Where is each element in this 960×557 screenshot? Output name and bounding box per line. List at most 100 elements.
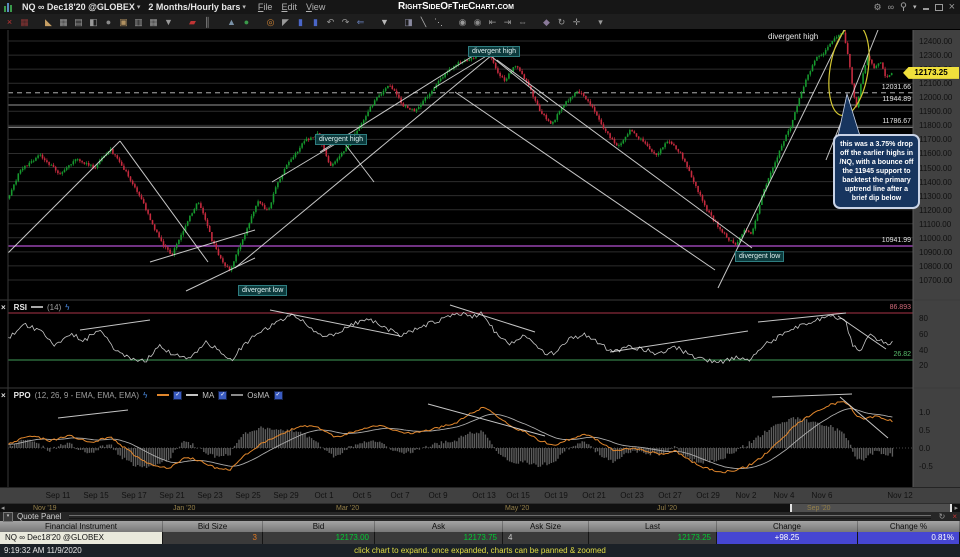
cursor-icon[interactable]: ◤ bbox=[278, 15, 293, 29]
title-bar: NQ ∞ Dec18'20 @GLOBEX ▾ 2 Months/Hourly … bbox=[0, 0, 960, 14]
quote-col-ask-size[interactable]: Ask Size bbox=[503, 521, 589, 532]
close-chart-icon[interactable]: × bbox=[2, 15, 17, 29]
ppo-legend: ✓ MA ✓ OsMA ✓ bbox=[157, 390, 283, 400]
quote-panel: ▾ Quote Panel ↻ × Financial Instrument Bi… bbox=[0, 511, 960, 544]
timeframe-caret-icon: ▾ bbox=[242, 4, 246, 11]
rotate-icon[interactable]: ↻ bbox=[554, 15, 569, 29]
timeframe-selector[interactable]: 2 Months/Hourly bars ▾ bbox=[148, 2, 246, 12]
more-caret-icon[interactable]: ▾ bbox=[593, 15, 608, 29]
symbol-selector[interactable]: NQ ∞ Dec18'20 @GLOBEX ▾ bbox=[22, 2, 140, 12]
ppo-legend-label: MA bbox=[202, 390, 215, 400]
app-icon bbox=[4, 2, 14, 12]
undo-icon[interactable]: ↶ bbox=[323, 15, 338, 29]
close-window-button[interactable]: × bbox=[949, 2, 955, 13]
quote-col-change-[interactable]: Change % bbox=[858, 521, 960, 532]
rsi-close-button[interactable]: × bbox=[1, 303, 6, 312]
status-hint: click chart to expand. once expanded, ch… bbox=[354, 546, 606, 555]
quote-col-last[interactable]: Last bbox=[589, 521, 717, 532]
expand-horizontal-icon[interactable]: ⇔ bbox=[515, 15, 530, 29]
chart-canvas[interactable] bbox=[0, 29, 960, 503]
quote-panel-rule bbox=[69, 514, 931, 519]
shapes-icon[interactable]: ◆ bbox=[539, 15, 554, 29]
extend-left-icon[interactable]: ⇤ bbox=[485, 15, 500, 29]
quote-cell-change-[interactable]: 0.81% bbox=[858, 532, 960, 544]
gear-icon[interactable]: ⚙ bbox=[874, 2, 882, 12]
menu-edit[interactable]: Edit bbox=[281, 2, 297, 12]
mountain-chart-icon[interactable]: ▲ bbox=[224, 15, 239, 29]
ppo-header: × PPO (12, 26, 9 - EMA, EMA, EMA) ϟ ✓ MA ✓… bbox=[1, 390, 283, 400]
pin-icon[interactable] bbox=[900, 1, 907, 13]
globe-icon[interactable]: ● bbox=[239, 15, 254, 29]
quote-col-bid[interactable]: Bid bbox=[263, 521, 375, 532]
quote-panel-header: ▾ Quote Panel ↻ × bbox=[0, 511, 960, 522]
quote-col-financial-instrument[interactable]: Financial Instrument bbox=[0, 521, 163, 532]
grid-icon[interactable]: ▦ bbox=[56, 15, 71, 29]
filter-icon[interactable]: ▼ bbox=[377, 15, 392, 29]
quote-panel-collapse-button[interactable]: ▾ bbox=[3, 511, 13, 522]
panel-blue2-icon[interactable]: ▮ bbox=[308, 15, 323, 29]
layouts-caret-icon[interactable]: ▼ bbox=[161, 15, 176, 29]
divergent-high-label[interactable]: divergent high bbox=[765, 31, 821, 42]
quote-close-icon[interactable]: × bbox=[952, 512, 957, 521]
panel-blue-icon[interactable]: ▮ bbox=[293, 15, 308, 29]
image-icon[interactable]: ◧ bbox=[86, 15, 101, 29]
quote-cell-last[interactable]: 12173.25 bbox=[589, 532, 717, 544]
pin-caret-icon[interactable]: ▾ bbox=[913, 3, 917, 11]
ppo-legend-swatch bbox=[157, 394, 170, 396]
quote-panel-title: Quote Panel bbox=[17, 512, 62, 521]
ppo-settings-icon[interactable]: ϟ bbox=[143, 391, 147, 400]
zoom-out-icon[interactable]: ◉ bbox=[470, 15, 485, 29]
extend-right-icon[interactable]: ⇥ bbox=[500, 15, 515, 29]
quote-row[interactable]: NQ ∞ Dec18'20 @GLOBEX 3 12173.00 12173.75 4 1… bbox=[0, 532, 960, 544]
divergent-high-label[interactable]: divergent high bbox=[315, 134, 367, 145]
window-controls: ⚙ ∞ ▾ × bbox=[874, 0, 955, 14]
slant-chart-icon[interactable]: ◨ bbox=[401, 15, 416, 29]
ppo-legend-checkbox[interactable]: ✓ bbox=[273, 390, 283, 400]
menu-view[interactable]: View bbox=[306, 2, 325, 12]
divergent-low-label[interactable]: divergent low bbox=[735, 251, 785, 262]
quote-col-ask[interactable]: Ask bbox=[375, 521, 503, 532]
pointer-tool-icon[interactable]: ◣ bbox=[41, 15, 56, 29]
divergent-low-label[interactable]: divergent low bbox=[238, 285, 288, 296]
symbol-label: NQ ∞ Dec18'20 @GLOBEX bbox=[22, 2, 135, 12]
zoom-in-icon[interactable]: ◉ bbox=[455, 15, 470, 29]
sphere-icon[interactable]: ● bbox=[101, 15, 116, 29]
minimize-button[interactable] bbox=[922, 7, 929, 10]
link-icon[interactable]: ∞ bbox=[888, 2, 894, 12]
menu-file[interactable]: File bbox=[258, 2, 273, 12]
trendline-icon[interactable]: ╲ bbox=[416, 15, 431, 29]
quote-cell-change[interactable]: +98.25 bbox=[717, 532, 858, 544]
multi-trendline-icon[interactable]: ⋱ bbox=[431, 15, 446, 29]
symbol-caret-icon: ▾ bbox=[136, 4, 141, 11]
rsi-settings-icon[interactable]: ϟ bbox=[65, 303, 69, 312]
edit-pencil-icon[interactable]: ▰ bbox=[185, 15, 200, 29]
quote-cell-bid-size[interactable]: 3 bbox=[163, 532, 263, 544]
quote-cell-bid[interactable]: 12173.00 bbox=[263, 532, 375, 544]
back-arrow-icon[interactable]: ⇐ bbox=[353, 15, 368, 29]
chart-area[interactable]: 12400.00 12300.00 12200.00 12100.00 12000.00… bbox=[0, 29, 960, 513]
folder-icon[interactable]: ▣ bbox=[116, 15, 131, 29]
quote-col-bid-size[interactable]: Bid Size bbox=[163, 521, 263, 532]
status-bar: 9:19:32 AM 11/9/2020 click chart to expa… bbox=[0, 544, 960, 557]
quote-refresh-icon[interactable]: ↻ bbox=[939, 512, 946, 521]
divergent-high-label[interactable]: divergent high bbox=[468, 46, 520, 57]
layout-icon[interactable]: ▥ bbox=[131, 15, 146, 29]
volume-bars-icon[interactable]: ║ bbox=[200, 15, 215, 29]
target-icon[interactable]: ◎ bbox=[263, 15, 278, 29]
redo-icon[interactable]: ↷ bbox=[338, 15, 353, 29]
print-icon[interactable]: ▤ bbox=[71, 15, 86, 29]
quote-col-change[interactable]: Change bbox=[717, 521, 858, 532]
ppo-legend-checkbox[interactable]: ✓ bbox=[218, 390, 228, 400]
ppo-close-button[interactable]: × bbox=[1, 391, 6, 400]
quote-cell-ask-size[interactable]: 4 bbox=[503, 532, 589, 544]
pattern-grid-icon[interactable]: ▦ bbox=[17, 15, 32, 29]
maximize-button[interactable] bbox=[934, 3, 943, 11]
quote-cell-financial-instrument[interactable]: NQ ∞ Dec18'20 @GLOBEX bbox=[0, 532, 163, 544]
ppo-legend-swatch bbox=[231, 394, 244, 396]
ppo-legend-checkbox[interactable]: ✓ bbox=[173, 390, 183, 400]
quote-cell-ask[interactable]: 12173.75 bbox=[375, 532, 503, 544]
layout-grid-icon[interactable]: ▦ bbox=[146, 15, 161, 29]
ppo-legend-swatch bbox=[186, 394, 199, 396]
annotation-bubble[interactable]: this was a 3.75% drop off the earlier hi… bbox=[833, 134, 920, 209]
settings-tool-icon[interactable]: ✛ bbox=[569, 15, 584, 29]
